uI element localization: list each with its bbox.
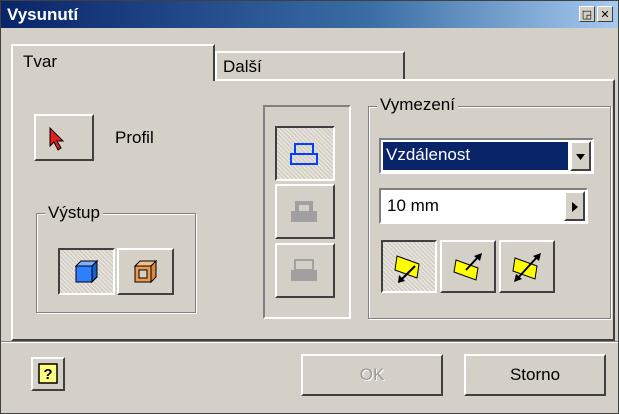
chevron-down-icon: [576, 154, 585, 160]
symmetric-direction-icon: [512, 253, 541, 282]
solid-cube-icon: [74, 259, 99, 284]
join-operation-button[interactable]: [275, 126, 335, 181]
surface-output-button[interactable]: [117, 248, 174, 295]
tab-tvar[interactable]: Tvar: [11, 44, 215, 81]
direction-2-button[interactable]: [440, 240, 496, 293]
dropdown-arrow-button[interactable]: [570, 141, 591, 171]
profile-label: Profil: [115, 128, 154, 147]
chevron-right-icon: [572, 202, 578, 212]
intersect-icon: [291, 259, 317, 281]
distance-field[interactable]: 10 mm: [379, 188, 588, 224]
join-icon: [290, 143, 318, 165]
cut-icon: [291, 201, 317, 222]
extent-type-value: Vzdálenost: [383, 142, 568, 170]
tab-tvar-label: Tvar: [23, 52, 57, 71]
extrude-dialog: Vysunutí ◲ ✕ Tvar Další Profil Výstup Vy…: [0, 0, 619, 414]
svg-text:?: ?: [43, 366, 52, 383]
ok-button[interactable]: OK: [301, 354, 443, 396]
output-group-label: Výstup: [45, 203, 103, 223]
pin-button[interactable]: ◲: [579, 6, 595, 22]
surface-cube-icon: [133, 259, 158, 284]
extents-group-label: Vymezení: [377, 95, 458, 115]
profile-select-button[interactable]: [34, 114, 94, 161]
close-button[interactable]: ✕: [597, 6, 613, 22]
help-question-icon: ?: [38, 363, 58, 384]
direction-1-icon: [394, 255, 420, 283]
direction-1-button[interactable]: [381, 240, 437, 293]
title-bar[interactable]: Vysunutí ◲ ✕: [1, 1, 618, 28]
footer-separator: [1, 341, 618, 343]
tab-dalsi-label: Další: [223, 57, 262, 76]
symmetric-direction-button[interactable]: [499, 240, 555, 293]
tab-dalsi[interactable]: Další: [215, 51, 405, 81]
direction-2-icon: [453, 253, 482, 281]
distance-menu-button[interactable]: [564, 191, 585, 221]
intersect-operation-button[interactable]: [275, 243, 335, 298]
dialog-title: Vysunutí: [7, 5, 79, 24]
solid-output-button[interactable]: [58, 248, 115, 295]
distance-value: 10 mm: [387, 196, 439, 215]
cut-operation-button[interactable]: [275, 184, 335, 239]
extent-type-dropdown[interactable]: Vzdálenost: [379, 138, 594, 174]
help-button[interactable]: ?: [31, 357, 65, 391]
cancel-button[interactable]: Storno: [464, 354, 606, 396]
select-arrow-icon: [49, 126, 65, 151]
